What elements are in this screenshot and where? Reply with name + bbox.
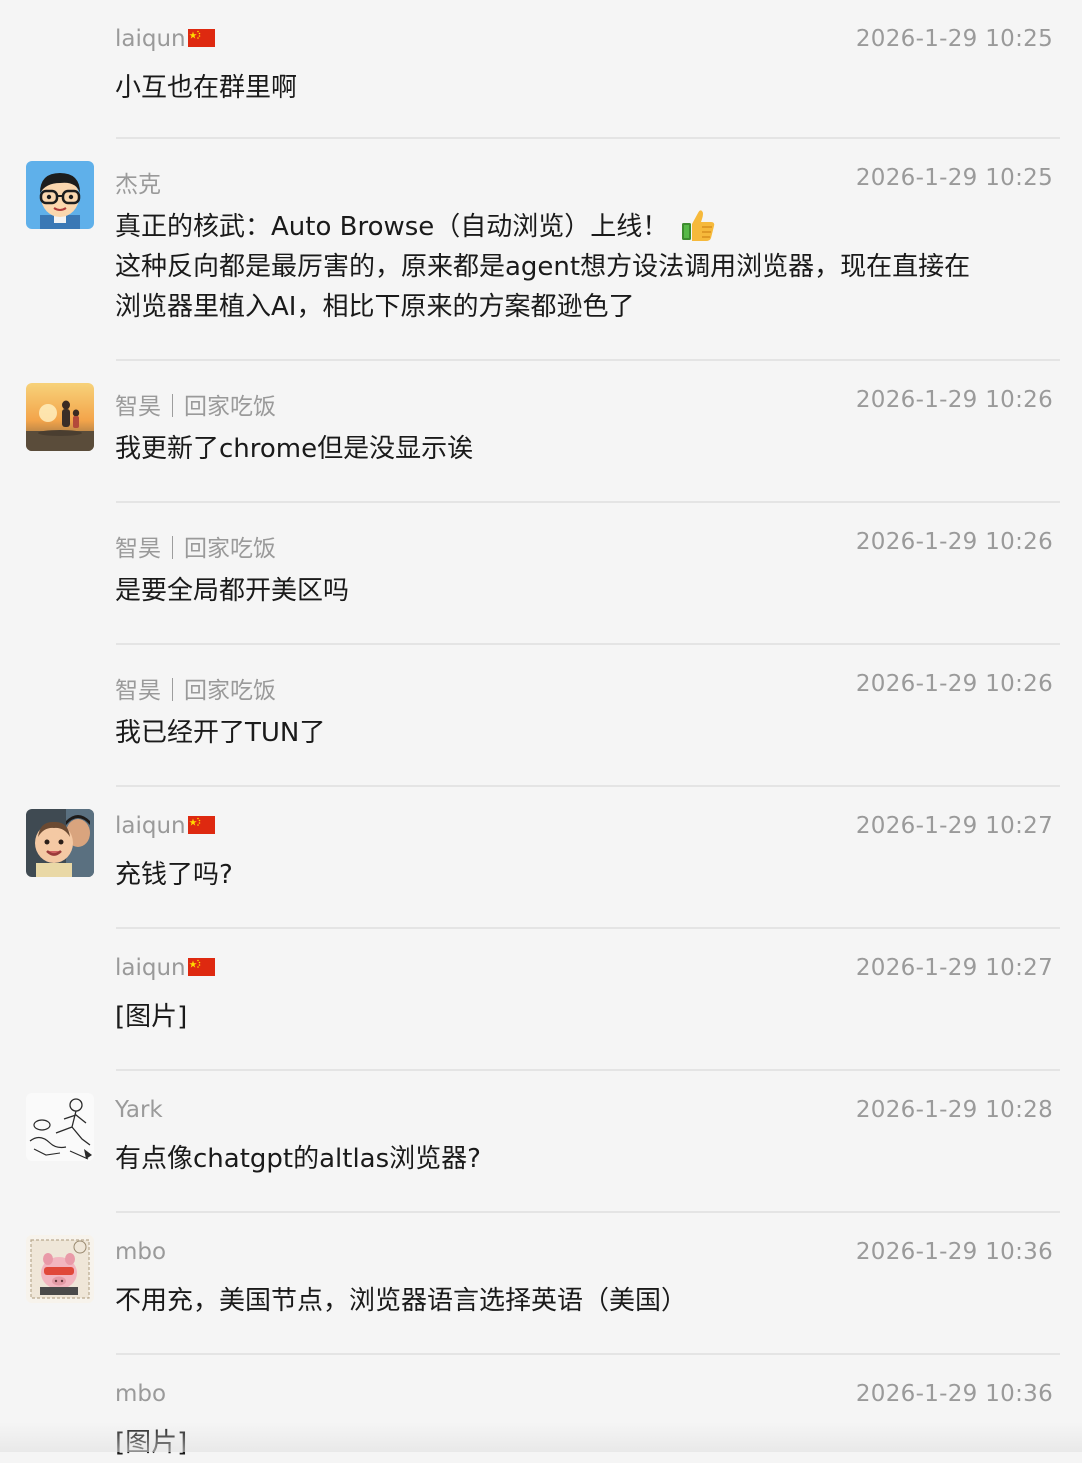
sunset-beach-photo-icon xyxy=(26,383,94,451)
message-content[interactable]: 充钱了吗? xyxy=(115,855,1052,895)
message-item[interactable]: mbo 2026-1-29 10:36 不用充，美国节点，浏览器语言选择英语（美… xyxy=(0,1213,1082,1355)
message-content[interactable]: 是要全局都开美区吗 xyxy=(115,571,1052,611)
message-item[interactable]: 智昊｜回家吃饭 2026-1-29 10:26 是要全局都开美区吗 xyxy=(0,503,1082,645)
message-item[interactable]: 杰克 2026-1-29 10:25 真正的核武：Auto Browse（自动浏… xyxy=(0,139,1082,361)
line-sketch-icon xyxy=(26,1093,94,1161)
message-content[interactable]: [图片] xyxy=(115,997,1052,1037)
china-flag-icon xyxy=(187,816,215,834)
message-timestamp: 2026-1-29 10:26 xyxy=(855,671,1053,697)
message-timestamp: 2026-1-29 10:26 xyxy=(855,529,1053,555)
message-text-line: 充钱了吗? xyxy=(115,860,233,890)
message-text-line: 浏览器里植入AI，相比下原来的方案都逊色了 xyxy=(115,292,635,322)
message-text-line: 我更新了chrome但是没显示诶 xyxy=(115,434,474,464)
message-item[interactable]: laiqun 2026-1-29 10:27 充钱了吗? xyxy=(0,787,1082,929)
avatar[interactable] xyxy=(26,1093,94,1161)
cartoon-boy-glasses-icon xyxy=(26,161,94,229)
message-text-line: 真正的核武：Auto Browse（自动浏览）上线！ xyxy=(115,212,669,242)
china-flag-icon xyxy=(187,29,215,47)
avatar[interactable] xyxy=(26,1235,94,1303)
sender-name[interactable]: laiqun xyxy=(115,813,215,839)
message-text-line: 这种反向都是最厉害的，原来都是agent想方设法调用浏览器，现在直接在 xyxy=(115,252,971,282)
scroll-fade xyxy=(0,1422,1082,1452)
china-flag-icon xyxy=(187,958,215,976)
chat-message-list: laiqun 2026-1-29 10:25 小互也在群里啊 杰克 2026-1… xyxy=(0,0,1082,1458)
sender-name[interactable]: 智昊｜回家吃饭 xyxy=(115,671,276,705)
message-timestamp: 2026-1-29 10:25 xyxy=(855,26,1053,52)
sender-name[interactable]: laiqun xyxy=(115,26,215,52)
sender-name[interactable]: Yark xyxy=(115,1097,163,1123)
message-item[interactable]: laiqun 2026-1-29 10:27 [图片] xyxy=(0,929,1082,1071)
message-content[interactable]: 我更新了chrome但是没显示诶 xyxy=(115,429,1052,469)
sender-name[interactable]: 杰克 xyxy=(115,165,161,199)
stamp-pig-icon xyxy=(26,1235,94,1303)
message-text-line-with-emoji: 真正的核武：Auto Browse（自动浏览）上线！ xyxy=(115,207,1052,247)
message-text-line: 是要全局都开美区吗 xyxy=(115,576,350,606)
message-item[interactable]: Yark 2026-1-29 10:28 有点像chatgpt的altlas浏览… xyxy=(0,1071,1082,1213)
sender-name[interactable]: mbo xyxy=(115,1381,166,1407)
message-timestamp: 2026-1-29 10:27 xyxy=(855,955,1053,981)
sender-name[interactable]: 智昊｜回家吃饭 xyxy=(115,387,276,421)
message-timestamp: 2026-1-29 10:25 xyxy=(855,165,1053,191)
message-timestamp: 2026-1-29 10:36 xyxy=(855,1239,1053,1265)
message-item[interactable]: laiqun 2026-1-29 10:25 小互也在群里啊 xyxy=(0,0,1082,139)
message-content[interactable]: 有点像chatgpt的altlas浏览器? xyxy=(115,1139,1052,1179)
sender-name[interactable]: laiqun xyxy=(115,955,215,981)
image-placeholder-text[interactable]: [图片] xyxy=(115,997,1052,1037)
message-timestamp: 2026-1-29 10:27 xyxy=(855,813,1053,839)
message-item[interactable]: 智昊｜回家吃饭 2026-1-29 10:26 我更新了chrome但是没显示诶 xyxy=(0,361,1082,503)
avatar[interactable] xyxy=(26,161,94,229)
message-content[interactable]: 不用充，美国节点，浏览器语言选择英语（美国） xyxy=(115,1281,1052,1321)
message-text-line: 我已经开了TUN了 xyxy=(115,718,326,748)
thumbs-up-emoji-icon xyxy=(682,210,715,241)
message-content[interactable]: 我已经开了TUN了 xyxy=(115,713,1052,753)
message-content[interactable]: 小互也在群里啊 xyxy=(115,68,1052,108)
message-text-line: 不用充，美国节点，浏览器语言选择英语（美国） xyxy=(115,1286,688,1316)
message-timestamp: 2026-1-29 10:28 xyxy=(855,1097,1053,1123)
baby-photo-icon xyxy=(26,809,94,877)
sender-name[interactable]: mbo xyxy=(115,1239,166,1265)
message-timestamp: 2026-1-29 10:26 xyxy=(855,387,1053,413)
message-item[interactable]: 智昊｜回家吃饭 2026-1-29 10:26 我已经开了TUN了 xyxy=(0,645,1082,787)
avatar[interactable] xyxy=(26,809,94,877)
message-text-line: 小互也在群里啊 xyxy=(115,73,298,103)
message-text-line: 有点像chatgpt的altlas浏览器? xyxy=(115,1144,481,1174)
avatar[interactable] xyxy=(26,383,94,451)
sender-name[interactable]: 智昊｜回家吃饭 xyxy=(115,529,276,563)
message-content[interactable]: 真正的核武：Auto Browse（自动浏览）上线！ 这种反向都是最厉害的，原来… xyxy=(115,207,1052,327)
message-timestamp: 2026-1-29 10:36 xyxy=(855,1381,1053,1407)
